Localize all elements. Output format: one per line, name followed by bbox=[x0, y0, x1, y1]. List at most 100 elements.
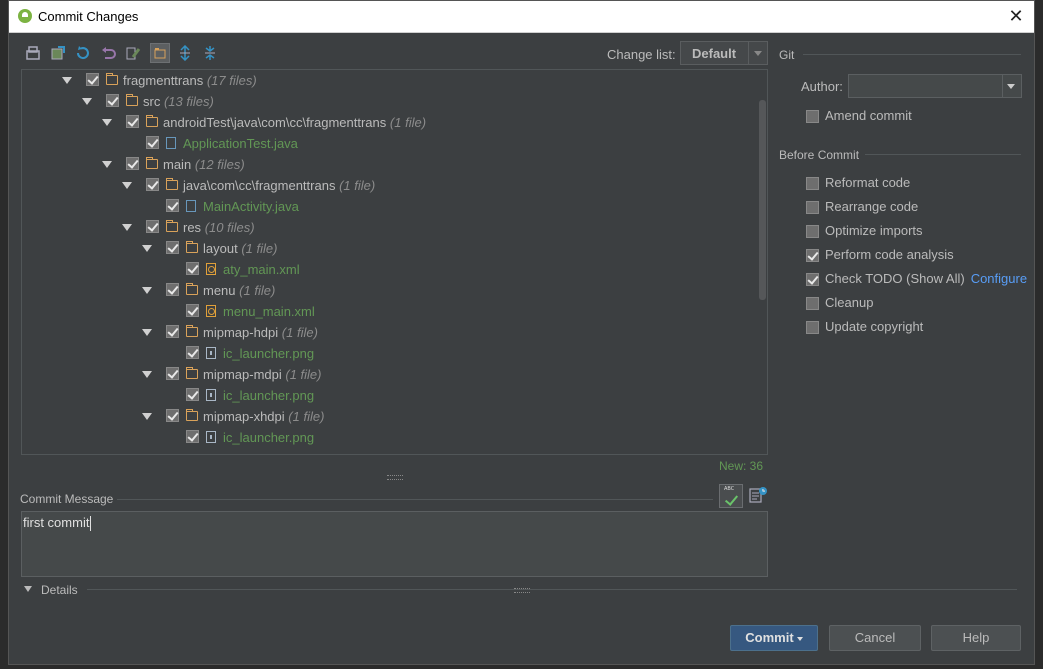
folder-icon bbox=[186, 241, 198, 253]
collapse-all-icon[interactable] bbox=[200, 43, 220, 63]
refresh-icon[interactable] bbox=[73, 43, 93, 63]
configure-link[interactable]: Configure bbox=[971, 271, 1027, 286]
option-text: Reformat code bbox=[825, 175, 911, 190]
file-count: (1 file) bbox=[288, 409, 325, 424]
tree-item-label: res (10 files) bbox=[183, 217, 255, 238]
commit-button[interactable]: Commit bbox=[730, 625, 818, 651]
include-checkbox[interactable] bbox=[126, 157, 139, 170]
include-checkbox[interactable] bbox=[166, 241, 179, 254]
tree-item-name: mipmap-mdpi bbox=[203, 367, 282, 382]
chevron-down-icon[interactable] bbox=[1002, 75, 1021, 97]
rollback-icon[interactable] bbox=[98, 43, 118, 63]
file-count: (13 files) bbox=[163, 94, 214, 109]
include-checkbox[interactable] bbox=[146, 220, 159, 233]
tree-item-label: ic_launcher.png bbox=[223, 385, 314, 406]
tree-item-name: java\com\cc\fragmenttrans bbox=[183, 178, 336, 193]
collapse-arrow-icon[interactable] bbox=[142, 371, 152, 378]
tree-item-label: mipmap-hdpi (1 file) bbox=[203, 322, 318, 343]
option-checkbox[interactable] bbox=[806, 273, 819, 286]
include-checkbox[interactable] bbox=[86, 73, 99, 86]
option-checkbox[interactable] bbox=[806, 225, 819, 238]
collapse-arrow-icon[interactable] bbox=[82, 98, 92, 105]
group-by-directory-icon[interactable] bbox=[150, 43, 170, 63]
collapse-arrow-icon[interactable] bbox=[142, 329, 152, 336]
author-input[interactable] bbox=[848, 74, 1022, 98]
include-checkbox[interactable] bbox=[186, 430, 199, 443]
changelist-value: Default bbox=[692, 46, 737, 61]
expand-all-icon[interactable] bbox=[175, 43, 195, 63]
tree-item-label: main (12 files) bbox=[163, 154, 245, 175]
java-file-icon bbox=[186, 200, 196, 212]
tree-item-name: layout bbox=[203, 241, 238, 256]
include-checkbox[interactable] bbox=[186, 346, 199, 359]
include-checkbox[interactable] bbox=[186, 262, 199, 275]
expand-details-icon[interactable] bbox=[24, 586, 32, 592]
xml-file-icon bbox=[206, 263, 216, 275]
tree-item-label: fragmenttrans (17 files) bbox=[123, 70, 257, 91]
close-icon[interactable]: ✕ bbox=[1004, 4, 1028, 28]
image-file-icon bbox=[206, 389, 216, 401]
collapse-arrow-icon[interactable] bbox=[102, 119, 112, 126]
option-checkbox[interactable] bbox=[806, 321, 819, 334]
option-label: Check TODO (Show All) Configure bbox=[825, 269, 1027, 289]
divider bbox=[117, 499, 713, 500]
include-checkbox[interactable] bbox=[166, 367, 179, 380]
help-button[interactable]: Help bbox=[931, 625, 1021, 651]
file-count: (17 files) bbox=[206, 73, 257, 88]
tree-item-name: menu bbox=[203, 283, 236, 298]
tree-item-name: src bbox=[143, 94, 161, 109]
collapse-arrow-icon[interactable] bbox=[122, 224, 132, 231]
spellcheck-icon[interactable] bbox=[719, 484, 743, 508]
collapse-arrow-icon[interactable] bbox=[142, 287, 152, 294]
commit-message-input[interactable]: first commit bbox=[21, 511, 768, 577]
folder-icon bbox=[186, 283, 198, 295]
option-checkbox[interactable] bbox=[806, 201, 819, 214]
move-to-changelist-icon[interactable] bbox=[48, 43, 68, 63]
cancel-button[interactable]: Cancel bbox=[829, 625, 921, 651]
show-diff-icon[interactable] bbox=[23, 43, 43, 63]
include-checkbox[interactable] bbox=[166, 283, 179, 296]
include-checkbox[interactable] bbox=[146, 136, 159, 149]
tree-item-label: ic_launcher.png bbox=[223, 343, 314, 364]
commit-history-icon[interactable] bbox=[748, 485, 768, 505]
tree-item-name: mipmap-hdpi bbox=[203, 325, 279, 340]
java-file-icon bbox=[166, 137, 176, 149]
include-checkbox[interactable] bbox=[166, 199, 179, 212]
amend-checkbox-box[interactable] bbox=[806, 110, 819, 123]
include-checkbox[interactable] bbox=[106, 94, 119, 107]
option-checkbox[interactable] bbox=[806, 249, 819, 262]
include-checkbox[interactable] bbox=[166, 409, 179, 422]
commit-button-label: Commit bbox=[745, 630, 794, 645]
file-count: (1 file) bbox=[239, 283, 276, 298]
option-checkbox[interactable] bbox=[806, 297, 819, 310]
collapse-arrow-icon[interactable] bbox=[62, 77, 72, 84]
git-section-title: Git bbox=[779, 48, 795, 62]
details-splitter-handle[interactable] bbox=[514, 588, 530, 593]
tree-scrollbar[interactable] bbox=[759, 100, 766, 300]
tree-item-name: menu_main.xml bbox=[223, 304, 315, 319]
collapse-arrow-icon[interactable] bbox=[102, 161, 112, 168]
collapse-arrow-icon[interactable] bbox=[142, 413, 152, 420]
option-checkbox[interactable] bbox=[806, 177, 819, 190]
tree-item-name: aty_main.xml bbox=[223, 262, 300, 277]
before-commit-section-title: Before Commit bbox=[779, 148, 860, 162]
changelist-dropdown[interactable]: Default bbox=[680, 41, 768, 65]
edit-source-icon[interactable] bbox=[123, 43, 143, 63]
option-text: Perform code analysis bbox=[825, 247, 954, 262]
tree-item-name: ic_launcher.png bbox=[223, 388, 315, 403]
splitter-handle[interactable] bbox=[387, 475, 403, 480]
author-label: Author: bbox=[801, 79, 843, 94]
file-count: (10 files) bbox=[204, 220, 255, 235]
include-checkbox[interactable] bbox=[126, 115, 139, 128]
include-checkbox[interactable] bbox=[166, 325, 179, 338]
option-text: Update copyright bbox=[825, 319, 924, 334]
collapse-arrow-icon[interactable] bbox=[122, 182, 132, 189]
include-checkbox[interactable] bbox=[186, 304, 199, 317]
include-checkbox[interactable] bbox=[186, 388, 199, 401]
details-label[interactable]: Details bbox=[41, 583, 78, 597]
file-count: (1 file) bbox=[281, 325, 318, 340]
collapse-arrow-icon[interactable] bbox=[142, 245, 152, 252]
chevron-down-icon bbox=[796, 636, 803, 641]
changed-files-tree[interactable]: fragmenttrans (17 files) src (13 files) an… bbox=[21, 69, 768, 455]
include-checkbox[interactable] bbox=[146, 178, 159, 191]
